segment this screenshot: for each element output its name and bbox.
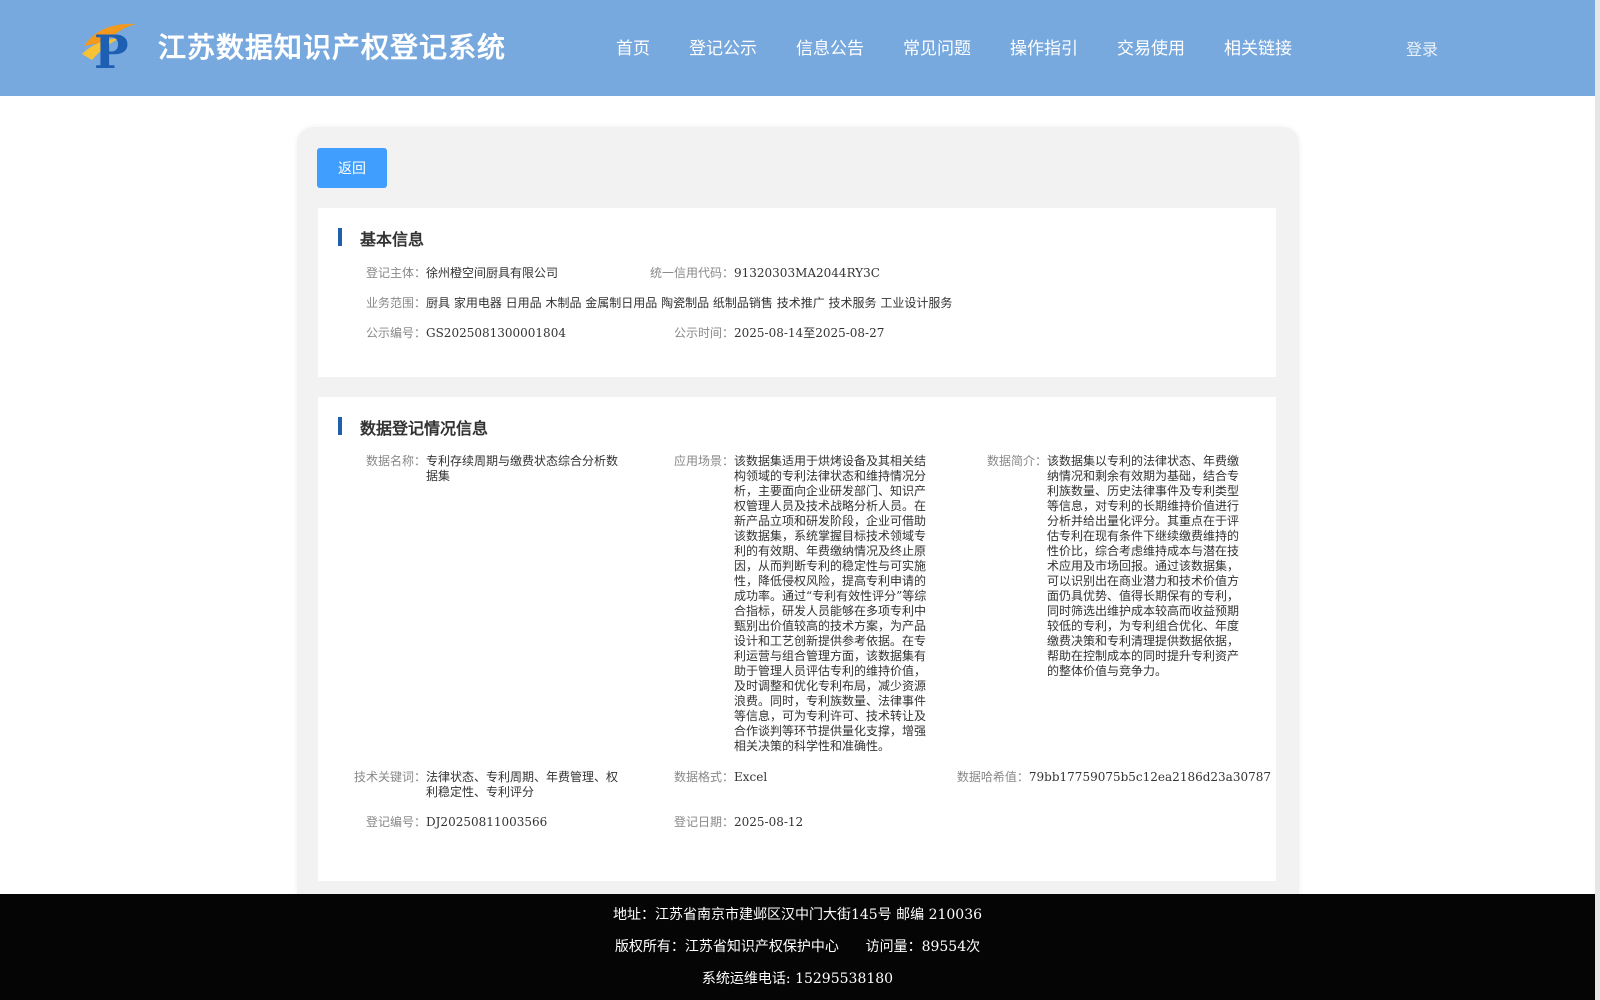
- reg-no-label: 登记编号：: [365, 815, 426, 829]
- reg-date-label: 登记日期：: [673, 815, 734, 829]
- scope-label: 业务范围：: [365, 296, 426, 310]
- notice-time-label: 公示时间：: [673, 326, 734, 340]
- scrollbar-track[interactable]: [1595, 0, 1600, 1000]
- site-title: 江苏数据知识产权登记系统: [158, 31, 507, 64]
- summary-field: 数据简介： 该数据集以专利的法律状态、年费缴纳情况和剩余有效期为基础，结合专利族…: [941, 454, 1271, 679]
- keywords-value: 法律状态、专利周期、年费管理、权利稳定性、专利评分: [426, 770, 619, 799]
- nav-faq[interactable]: 常见问题: [903, 34, 971, 59]
- credit-code-label: 统一信用代码：: [649, 266, 734, 280]
- credit-code-value: 91320303MA2044RY3C: [734, 266, 880, 280]
- nav-announcements[interactable]: 信息公告: [796, 34, 864, 59]
- footer-address: 地址：江苏省南京市建邺区汉中门大街145号 邮编 210036: [612, 907, 983, 923]
- summary-value: 该数据集以专利的法律状态、年费缴纳情况和剩余有效期为基础，结合专利族数量、历史法…: [1047, 454, 1240, 678]
- notice-time-field: 公示时间： 2025-08-14至2025-08-27: [628, 326, 1068, 341]
- reg-no-value: DJ20250811003566: [426, 815, 548, 829]
- reg-date-field: 登记日期： 2025-08-12: [628, 815, 968, 830]
- reg-no-field: 登记编号： DJ20250811003566: [344, 815, 644, 830]
- data-name-field: 数据名称： 专利存续周期与缴费状态综合分析数据集: [344, 454, 644, 484]
- subject-value: 徐州橙空间厨具有限公司: [426, 266, 559, 280]
- scenario-label: 应用场景：: [673, 454, 734, 468]
- notice-no-value: GS2025081300001804: [426, 326, 566, 340]
- nav-guide[interactable]: 操作指引: [1010, 34, 1078, 59]
- basic-info-title: 基本信息: [360, 230, 425, 249]
- footer-phone: 系统运维电话: 15295538180: [701, 971, 894, 987]
- reg-date-value: 2025-08-12: [734, 815, 804, 829]
- nav-registration-notice[interactable]: 登记公示: [689, 34, 757, 59]
- notice-no-field: 公示编号： GS2025081300001804: [344, 326, 644, 341]
- format-label: 数据格式：: [673, 770, 734, 784]
- data-name-label: 数据名称：: [365, 454, 426, 468]
- subject-label: 登记主体：: [365, 266, 426, 280]
- basic-info-card: 基本信息 登记主体： 徐州橙空间厨具有限公司 统一信用代码： 91320303M…: [318, 208, 1276, 377]
- hash-label: 数据哈希值：: [956, 770, 1029, 784]
- scope-value: 厨具 家用电器 日用品 木制品 金属制日用品 陶瓷制品 纸制品销售 技术推广 技…: [426, 296, 953, 310]
- subject-field: 登记主体： 徐州橙空间厨具有限公司: [344, 266, 644, 281]
- notice-time-value: 2025-08-14至2025-08-27: [734, 326, 885, 340]
- notice-no-label: 公示编号：: [365, 326, 426, 340]
- footer: 地址：江苏省南京市建邺区汉中门大街145号 邮编 210036 版权所有：江苏省…: [0, 894, 1595, 1000]
- detail-panel: 返回 基本信息 登记主体： 徐州橙空间厨具有限公司 统一信用代码： 913203…: [297, 127, 1299, 907]
- registration-info-title: 数据登记情况信息: [360, 419, 489, 438]
- logo-letter: P: [94, 25, 129, 72]
- footer-copyright: 版权所有：江苏省知识产权保护中心 访问量：89554次: [614, 939, 981, 955]
- scope-field: 业务范围： 厨具 家用电器 日用品 木制品 金属制日用品 陶瓷制品 纸制品销售 …: [344, 296, 1244, 311]
- nav-links[interactable]: 相关链接: [1224, 34, 1292, 59]
- registration-info-card: 数据登记情况信息 数据名称： 专利存续周期与缴费状态综合分析数据集 应用场景： …: [318, 397, 1276, 881]
- header: P 江苏数据知识产权登记系统 首页 登记公示 信息公告 常见问题 操作指引 交易…: [0, 0, 1595, 96]
- section-accent-bar: [338, 417, 342, 435]
- section-accent-bar: [338, 228, 342, 246]
- back-button[interactable]: 返回: [317, 148, 387, 188]
- hash-value: 79bb17759075b5c12ea2186d23a30787: [1028, 770, 1271, 784]
- credit-code-field: 统一信用代码： 91320303MA2044RY3C: [628, 266, 1068, 281]
- scenario-value: 该数据集适用于烘烤设备及其相关结构领域的专利法律状态和维持情况分析，主要面向企业…: [734, 454, 927, 753]
- data-name-value: 专利存续周期与缴费状态综合分析数据集: [426, 454, 619, 483]
- keywords-label: 技术关键词：: [353, 770, 426, 784]
- main-nav: 首页 登记公示 信息公告 常见问题 操作指引 交易使用 相关链接: [616, 34, 1292, 59]
- nav-home[interactable]: 首页: [616, 34, 650, 59]
- keywords-field: 技术关键词： 法律状态、专利周期、年费管理、权利稳定性、专利评分: [344, 770, 644, 800]
- format-value: Excel: [734, 770, 768, 784]
- hash-field: 数据哈希值： 79bb17759075b5c12ea2186d23a30787: [941, 770, 1271, 785]
- login-link[interactable]: 登录: [1406, 36, 1438, 60]
- scenario-field: 应用场景： 该数据集适用于烘烤设备及其相关结构领域的专利法律状态和维持情况分析，…: [628, 454, 968, 754]
- summary-label: 数据简介：: [986, 454, 1047, 468]
- site-logo-icon[interactable]: P: [80, 20, 140, 79]
- format-field: 数据格式： Excel: [628, 770, 968, 785]
- nav-trading[interactable]: 交易使用: [1117, 34, 1185, 59]
